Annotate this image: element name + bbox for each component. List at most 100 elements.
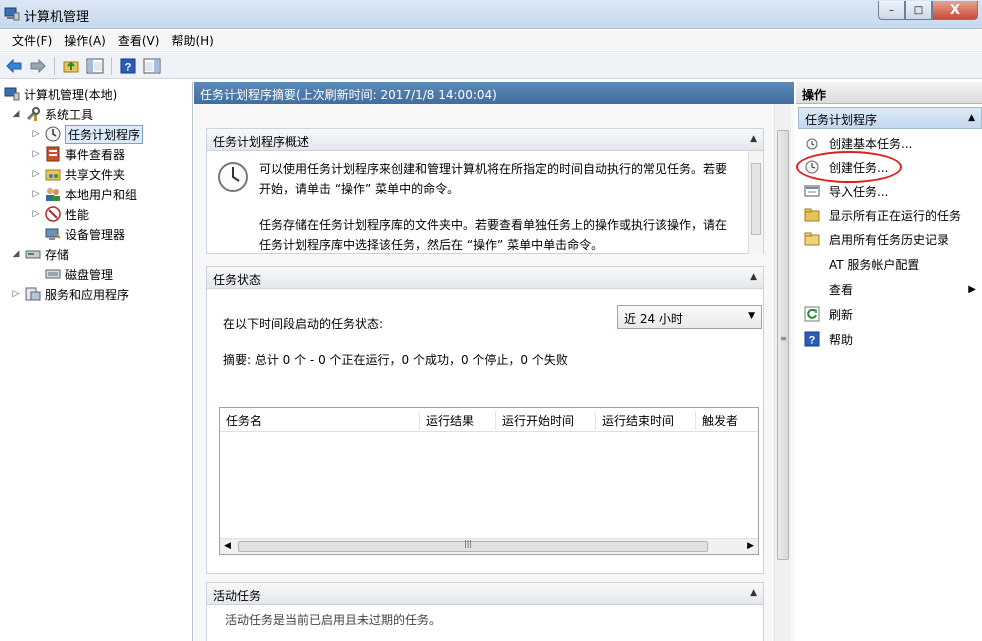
table-header: 任务名 运行结果 运行开始时间 运行结束时间 触发者 (220, 408, 758, 432)
tree-item-system-tools[interactable]: ◢ 系统工具 (10, 104, 93, 124)
time-range-dropdown[interactable]: 近 24 小时 ▼ (617, 305, 762, 329)
action-enable-task-history[interactable]: 启用所有任务历史记录 (798, 227, 982, 251)
tree-item-services-apps[interactable]: ▷ 服务和应用程序 (10, 284, 129, 304)
up-folder-icon (63, 61, 79, 72)
task-status-section-header[interactable]: 任务状态 ▲ (207, 267, 763, 289)
action-show-running-tasks[interactable]: 显示所有正在运行的任务 (798, 203, 982, 227)
tree-item-storage[interactable]: ◢ 存储 (10, 244, 69, 264)
show-hide-tree-button[interactable] (85, 56, 105, 76)
tree-item-device-manager[interactable]: 设备管理器 (42, 224, 125, 244)
actions-header: 操作 (796, 82, 982, 104)
scroll-left-icon[interactable]: ◀ (224, 541, 231, 551)
tree-item-label: 设备管理器 (65, 227, 126, 242)
close-button[interactable]: X (932, 1, 978, 20)
action-label: 导入任务... (829, 184, 889, 199)
storage-icon (25, 250, 41, 259)
section-title: 任务状态 (213, 273, 262, 287)
action-help[interactable]: ? 帮助 (798, 327, 982, 351)
tree-item-disk-management[interactable]: 磁盘管理 (42, 264, 113, 284)
action-label: 帮助 (829, 332, 854, 347)
expand-arrow-icon[interactable]: ▷ (30, 129, 42, 139)
column-header-run-result[interactable]: 运行结果 (420, 412, 496, 430)
svg-text:?: ? (809, 335, 816, 347)
tree-item-task-scheduler[interactable]: ▷ 任务计划程序 (30, 124, 144, 144)
collapse-icon[interactable]: ▲ (750, 272, 757, 282)
scroll-right-icon[interactable]: ▶ (747, 541, 754, 551)
tree-item-label: 磁盘管理 (65, 267, 114, 282)
tree-item-label: 计算机管理(本地) (24, 87, 118, 102)
collapse-icon[interactable]: ▲ (750, 588, 757, 598)
action-import-task[interactable]: 导入任务... (798, 179, 982, 203)
tree-item-root[interactable]: 计算机管理(本地) (4, 84, 117, 104)
show-hide-tree-icon (86, 58, 104, 73)
scroll-thumb[interactable] (751, 163, 761, 235)
action-label: 创建基本任务... (829, 136, 913, 151)
active-tasks-section-header[interactable]: 活动任务 ▲ (207, 583, 763, 605)
action-label: 创建任务... (829, 160, 889, 175)
menu-view[interactable]: 查看(V) (112, 32, 166, 49)
action-refresh[interactable]: 刷新 (798, 302, 982, 326)
action-create-task[interactable]: 创建任务... (798, 155, 982, 179)
computer-management-icon (4, 87, 20, 101)
overview-text: 可以使用任务计划程序来创建和管理计算机将在所指定的时间自动执行的常见任务。若要 … (259, 159, 739, 255)
help-toolbar-button[interactable]: ? (118, 56, 138, 76)
actions-group-task-scheduler[interactable]: 任务计划程序 ▲ (798, 107, 982, 129)
menu-bar: 文件(F) 操作(A) 查看(V) 帮助(H) (0, 30, 982, 52)
menu-action[interactable]: 操作(A) (58, 32, 112, 49)
refresh-icon (804, 306, 820, 322)
forward-button[interactable] (28, 56, 48, 76)
status-summary: 摘要: 总计 0 个 - 0 个正在运行，0 个成功，0 个停止，0 个失败 (223, 353, 568, 367)
scroll-thumb[interactable] (238, 541, 708, 552)
tree-item-label: 任务计划程序 (65, 124, 144, 144)
overview-section-header[interactable]: 任务计划程序概述 ▲ (207, 129, 763, 151)
column-header-run-end[interactable]: 运行结束时间 (596, 412, 696, 430)
back-button[interactable] (4, 56, 24, 76)
show-hide-action-pane-button[interactable] (142, 56, 162, 76)
summary-pane: 任务计划程序摘要(上次刷新时间: 2017/1/8 14:00:04) 任务计划… (194, 82, 794, 641)
expand-arrow-icon[interactable]: ◢ (10, 109, 22, 119)
column-header-run-start[interactable]: 运行开始时间 (496, 412, 596, 430)
table-horizontal-scrollbar[interactable]: ◀ ||| ▶ (220, 538, 758, 554)
tree-item-performance[interactable]: ▷ 性能 (30, 204, 89, 224)
up-level-button[interactable] (61, 56, 81, 76)
collapse-icon[interactable]: ▲ (750, 134, 757, 144)
actions-pane: 操作 任务计划程序 ▲ 创建基本任务... 创建任务... 导入任务... 显示… (796, 82, 982, 641)
show-hide-action-pane-icon (143, 58, 161, 73)
action-label: 显示所有正在运行的任务 (829, 208, 962, 223)
running-tasks-icon (804, 208, 820, 222)
tree-item-local-users-groups[interactable]: ▷ 本地用户和组 (30, 184, 137, 204)
tree-item-label: 存储 (45, 247, 70, 262)
expand-arrow-icon[interactable]: ▷ (30, 149, 42, 159)
toolbar: ? (0, 53, 982, 79)
pane-header: 任务计划程序摘要(上次刷新时间: 2017/1/8 14:00:04) (194, 82, 794, 104)
performance-icon (45, 206, 61, 222)
expand-arrow-icon[interactable]: ▷ (10, 289, 22, 299)
expand-arrow-icon[interactable]: ▷ (30, 169, 42, 179)
overview-line: 任务计划程序库中选择该任务，然后在 “操作” 菜单中单击命令。 (259, 238, 604, 252)
action-at-service-account[interactable]: AT 服务帐户配置 (798, 252, 982, 276)
minimize-button[interactable]: – (878, 1, 905, 20)
scroll-thumb[interactable] (777, 130, 789, 560)
action-view[interactable]: 查看 ▶ (798, 277, 982, 301)
grip-icon: ||| (464, 539, 473, 548)
section-title: 任务计划程序概述 (213, 135, 310, 149)
task-status-section: 任务状态 ▲ 在以下时间段启动的任务状态: 近 24 小时 ▼ 摘要: 总计 0… (206, 266, 764, 574)
summary-vertical-scrollbar[interactable]: ≡ (774, 104, 791, 641)
collapse-icon[interactable]: ▲ (968, 113, 975, 123)
shared-folder-icon (45, 169, 61, 181)
column-header-task-name[interactable]: 任务名 (220, 412, 420, 430)
forward-icon (30, 58, 46, 73)
action-label: 查看 (829, 282, 854, 297)
expand-arrow-icon[interactable]: ◢ (10, 249, 22, 259)
expand-arrow-icon[interactable]: ▷ (30, 209, 42, 219)
maximize-button[interactable]: □ (905, 1, 932, 20)
tree-item-event-viewer[interactable]: ▷ 事件查看器 (30, 144, 125, 164)
menu-help[interactable]: 帮助(H) (165, 32, 219, 49)
column-header-triggered-by[interactable]: 触发者 (696, 412, 758, 430)
expand-arrow-icon[interactable]: ▷ (30, 189, 42, 199)
action-create-basic-task[interactable]: 创建基本任务... (798, 131, 982, 155)
overview-scrollbar[interactable] (748, 151, 763, 254)
svg-text:?: ? (125, 61, 132, 73)
tree-item-shared-folders[interactable]: ▷ 共享文件夹 (30, 164, 125, 184)
menu-file[interactable]: 文件(F) (6, 32, 58, 49)
